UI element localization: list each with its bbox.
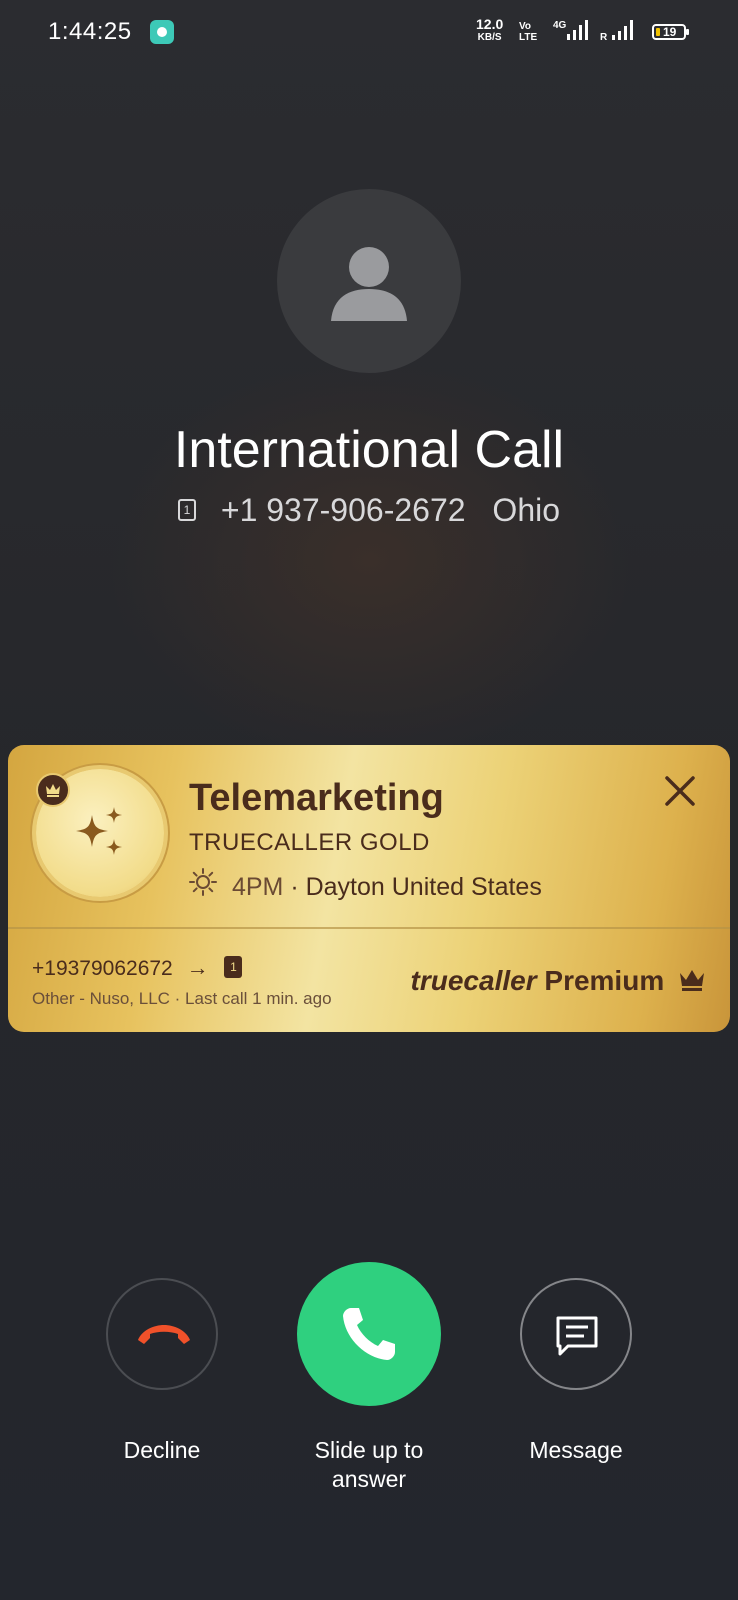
sim-icon: 1 bbox=[177, 498, 196, 521]
message-button[interactable] bbox=[520, 1278, 632, 1390]
decline-label: Decline bbox=[123, 1437, 201, 1463]
svg-text:4G: 4G bbox=[553, 20, 567, 31]
caller-number: +1 937-906-2672 bbox=[220, 492, 466, 528]
answer-label: Slide up to answer bbox=[314, 1437, 424, 1492]
signal-roaming-icon: R bbox=[600, 18, 640, 49]
message-label: Message bbox=[529, 1437, 623, 1463]
sparkles-icon bbox=[76, 807, 122, 855]
caller-avatar bbox=[277, 189, 461, 373]
sim-icon: 1 bbox=[224, 956, 243, 979]
caller-local-time-location: 4PM · Dayton United States bbox=[189, 868, 542, 906]
clock: 1:44:25 bbox=[48, 18, 132, 45]
caller-location: Ohio bbox=[492, 492, 561, 528]
crown-icon bbox=[680, 969, 704, 991]
caller-raw-number: +19379062672 → 1 bbox=[32, 955, 243, 981]
hang-up-icon bbox=[138, 1325, 190, 1344]
battery-fill bbox=[656, 28, 660, 36]
person-icon bbox=[331, 247, 407, 321]
volte-icon: Vo LTE bbox=[519, 21, 538, 43]
sun-icon bbox=[189, 868, 217, 903]
caller-number-line: 1 +1 937-906-2672 Ohio bbox=[0, 492, 738, 529]
phone-icon bbox=[343, 1308, 395, 1360]
spam-category-title: Telemarketing bbox=[189, 777, 444, 819]
answer-button[interactable] bbox=[297, 1262, 441, 1406]
close-icon[interactable] bbox=[662, 773, 698, 809]
signal-4g-icon: 4G bbox=[553, 18, 593, 49]
tier-label: TRUECALLER GOLD bbox=[189, 829, 430, 856]
network-speed: 12.0 KB/S bbox=[476, 16, 504, 43]
call-type-title: International Call bbox=[173, 421, 565, 479]
carrier-last-call-info: Other - Nuso, LLC · Last call 1 min. ago bbox=[32, 989, 332, 1008]
message-icon bbox=[556, 1316, 598, 1356]
truecaller-premium-logo: truecaller Premium bbox=[411, 965, 706, 997]
status-bar: 1:44:25 12.0 KB/S Vo LTE 4G R 19 bbox=[0, 0, 738, 66]
chat-notification-icon bbox=[150, 20, 174, 44]
divider bbox=[8, 927, 730, 929]
decline-button[interactable] bbox=[106, 1278, 218, 1390]
truecaller-caller-id-card[interactable]: Telemarketing TRUECALLER GOLD 4PM · Dayt… bbox=[8, 745, 730, 1032]
battery-icon: 19 bbox=[652, 24, 689, 40]
crown-badge-icon bbox=[36, 773, 70, 807]
svg-text:R: R bbox=[600, 32, 608, 43]
